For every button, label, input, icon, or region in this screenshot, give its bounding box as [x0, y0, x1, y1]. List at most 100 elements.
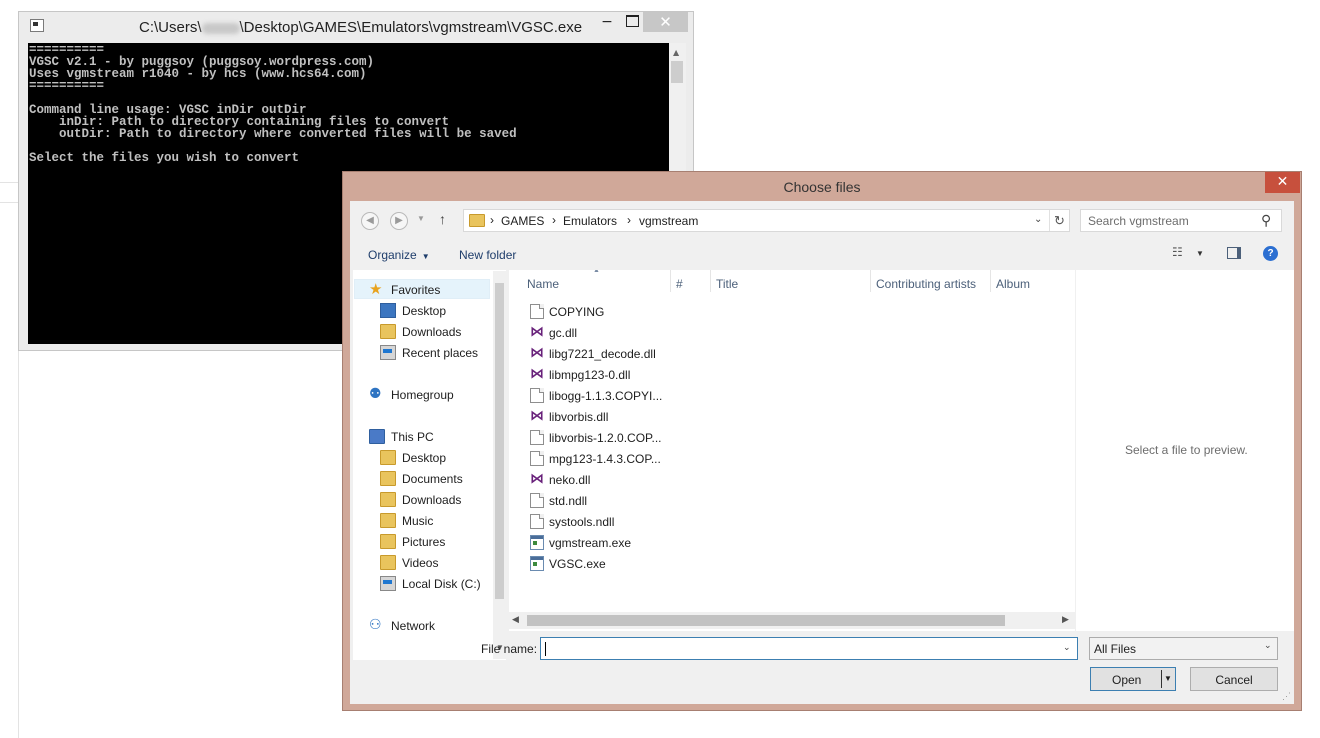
- network-icon: ⚇: [369, 617, 382, 633]
- file-row[interactable]: ⋈ libvorbis.dll: [523, 407, 823, 427]
- computer-icon: [369, 429, 385, 444]
- file-type-dropdown-icon[interactable]: ⌄: [1264, 641, 1272, 651]
- console-app-icon[interactable]: [30, 19, 44, 32]
- column-header-album[interactable]: Album: [996, 277, 1030, 291]
- downloads-folder-icon: [380, 324, 396, 339]
- file-type-filter[interactable]: All Files ⌄: [1089, 637, 1278, 660]
- column-divider[interactable]: [670, 270, 671, 292]
- scroll-up-arrow-icon[interactable]: ▲: [673, 48, 679, 57]
- visual-studio-icon: ⋈: [530, 324, 544, 340]
- file-name-dropdown-icon[interactable]: ⌄: [1063, 643, 1071, 653]
- file-row[interactable]: libvorbis-1.2.0.COP...: [523, 428, 823, 448]
- scroll-thumb[interactable]: [495, 283, 504, 599]
- column-header-number[interactable]: #: [676, 277, 683, 291]
- folder-icon: [469, 214, 485, 227]
- preview-message: Select a file to preview.: [1125, 443, 1248, 457]
- address-bar[interactable]: › GAMES › Emulators › vgmstream ⌄ ↻: [463, 209, 1070, 232]
- documents-folder-icon: [380, 471, 396, 486]
- music-folder-icon: [380, 513, 396, 528]
- dialog-title: Choose files: [783, 179, 861, 195]
- maximize-button[interactable]: [626, 15, 639, 27]
- help-icon[interactable]: ?: [1263, 246, 1278, 261]
- scroll-thumb[interactable]: [671, 61, 683, 83]
- view-options-dropdown-icon[interactable]: ▼: [1196, 249, 1204, 258]
- breadcrumb-separator[interactable]: ›: [627, 213, 631, 227]
- visual-studio-icon: ⋈: [530, 471, 544, 487]
- search-input[interactable]: [1088, 213, 1258, 228]
- column-divider[interactable]: [870, 270, 871, 292]
- organize-dropdown-icon: ▼: [421, 252, 430, 261]
- close-button[interactable]: ✕: [643, 12, 688, 32]
- column-header-name[interactable]: Name: [527, 277, 559, 291]
- file-name-input[interactable]: [540, 637, 1078, 660]
- drive-icon: [380, 576, 396, 591]
- recent-places-icon: [380, 345, 396, 360]
- scroll-left-arrow-icon[interactable]: ◀: [512, 614, 519, 625]
- background-window-edge: [0, 182, 18, 183]
- file-row[interactable]: vgmstream.exe: [523, 533, 823, 553]
- console-titlebar[interactable]: C:\Users\ \Desktop\GAMES\Emulators\vgmstr…: [19, 12, 693, 43]
- search-icon[interactable]: ⚲: [1261, 212, 1271, 229]
- breadcrumb-separator[interactable]: ›: [552, 213, 556, 227]
- column-divider[interactable]: [990, 270, 991, 292]
- column-divider[interactable]: [710, 270, 711, 292]
- navigation-pane[interactable]: ★ Favorites Desktop Downloads Recent plac…: [353, 270, 506, 660]
- breadcrumb-games[interactable]: GAMES: [501, 214, 544, 228]
- file-list-horizontal-scrollbar[interactable]: ◀ ▶: [509, 612, 1075, 629]
- file-row[interactable]: std.ndll: [523, 491, 823, 511]
- choose-files-dialog: Choose files ✕ ◀ ▶ ▼ ↑ › GAMES › Emulato…: [342, 171, 1302, 711]
- file-row[interactable]: libogg-1.1.3.COPYI...: [523, 386, 823, 406]
- visual-studio-icon: ⋈: [530, 345, 544, 361]
- application-icon: [530, 535, 544, 550]
- scroll-right-arrow-icon[interactable]: ▶: [1062, 614, 1069, 625]
- forward-button[interactable]: ▶: [390, 212, 408, 230]
- file-row[interactable]: ⋈ neko.dll: [523, 470, 823, 490]
- file-row[interactable]: systools.ndll: [523, 512, 823, 532]
- document-icon: [530, 304, 544, 319]
- breadcrumb-emulators[interactable]: Emulators: [563, 214, 617, 228]
- file-row[interactable]: ⋈ libmpg123-0.dll: [523, 365, 823, 385]
- minimize-button[interactable]: −: [599, 14, 615, 34]
- document-icon: [530, 430, 544, 445]
- breadcrumb-vgmstream[interactable]: vgmstream: [639, 214, 698, 228]
- open-button-label: Open: [1112, 673, 1142, 687]
- application-icon: [530, 556, 544, 571]
- resize-grip-icon[interactable]: ⋰: [1282, 691, 1291, 702]
- file-row[interactable]: COPYING: [523, 302, 823, 322]
- scroll-thumb[interactable]: [527, 615, 1005, 626]
- open-button[interactable]: Open ▼: [1090, 667, 1176, 691]
- split-divider: [1161, 670, 1162, 688]
- file-row[interactable]: mpg123-1.4.3.COP...: [523, 449, 823, 469]
- change-view-icon[interactable]: ☷: [1172, 245, 1183, 259]
- text-caret: [545, 642, 546, 656]
- cancel-button-label: Cancel: [1215, 673, 1253, 687]
- preview-pane: Select a file to preview.: [1076, 270, 1294, 631]
- recent-locations-chevron-icon[interactable]: ▼: [417, 214, 425, 223]
- navigation-scrollbar[interactable]: ▼: [493, 271, 506, 659]
- open-options-dropdown-icon[interactable]: ▼: [1164, 674, 1172, 683]
- pictures-folder-icon: [380, 534, 396, 549]
- new-folder-button[interactable]: New folder: [459, 248, 516, 262]
- star-icon: ★: [369, 280, 383, 298]
- column-header-title[interactable]: Title: [716, 277, 738, 291]
- background-window-edge: [18, 351, 19, 738]
- search-box[interactable]: ⚲: [1080, 209, 1282, 232]
- file-list[interactable]: ▲ Name # Title Contributing artists Albu…: [509, 270, 1075, 631]
- up-arrow-icon[interactable]: ↑: [439, 211, 446, 227]
- homegroup-icon: ⚉: [369, 386, 382, 402]
- file-row[interactable]: ⋈ gc.dll: [523, 323, 823, 343]
- document-icon: [530, 493, 544, 508]
- file-row[interactable]: VGSC.exe: [523, 554, 823, 574]
- preview-pane-icon[interactable]: [1227, 247, 1241, 259]
- back-button[interactable]: ◀: [361, 212, 379, 230]
- organize-menu[interactable]: Organize ▼: [368, 248, 430, 262]
- column-header-contributing-artists[interactable]: Contributing artists: [876, 277, 976, 291]
- breadcrumb-separator[interactable]: ›: [490, 213, 494, 227]
- dialog-close-button[interactable]: ✕: [1265, 172, 1300, 193]
- address-dropdown-chevron-icon[interactable]: ⌄: [1034, 214, 1042, 225]
- cancel-button[interactable]: Cancel: [1190, 667, 1278, 691]
- refresh-icon[interactable]: ↻: [1054, 213, 1065, 229]
- console-output: ========== VGSC v2.1 - by puggsoy (puggs…: [29, 43, 517, 165]
- desktop-folder-icon: [380, 450, 396, 465]
- file-row[interactable]: ⋈ libg7221_decode.dll: [523, 344, 823, 364]
